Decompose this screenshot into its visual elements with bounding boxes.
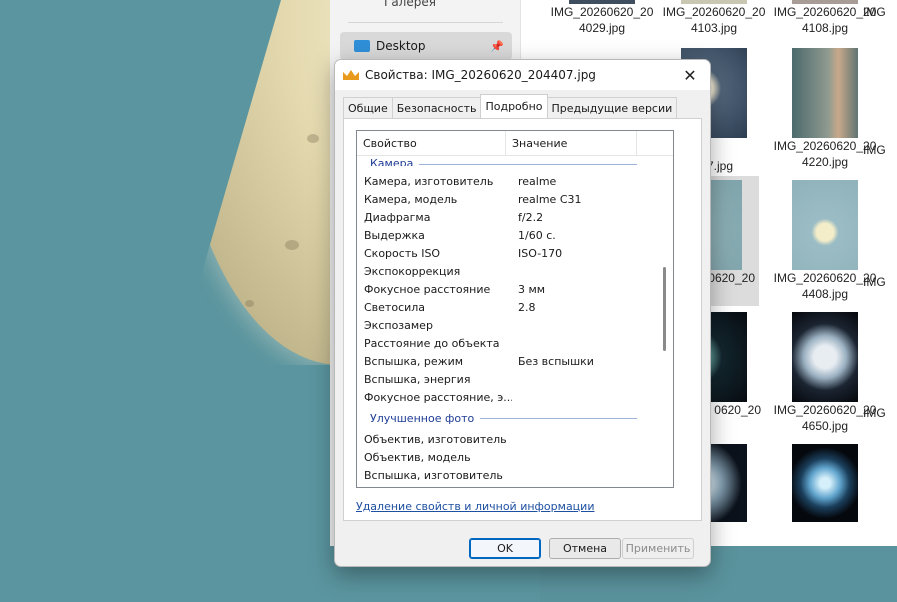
property-value: realme C31 — [518, 192, 582, 206]
table-row[interactable]: Вспышка, изготовитель — [357, 466, 663, 484]
property-name: Выдержка — [364, 228, 425, 242]
property-name: Фокусное расстояние, э... — [364, 390, 512, 404]
table-row[interactable]: Выдержка 1/60 с. — [357, 226, 663, 244]
property-value: 3 мм — [518, 282, 546, 296]
apply-button[interactable]: Применить — [622, 538, 694, 559]
details-panel: Свойство Значение Камера Камера, изготов… — [343, 118, 702, 521]
group-header-camera: Камера — [357, 156, 663, 166]
property-name: Диафрагма — [364, 210, 431, 224]
image-file-icon — [343, 68, 359, 82]
property-value: Без вспышки — [518, 354, 594, 368]
column-header-property[interactable]: Свойство — [357, 131, 506, 155]
thumbnail — [792, 444, 858, 522]
property-value: 2.8 — [518, 300, 536, 314]
group-header-improved-photo: Улучшенное фото — [357, 406, 663, 430]
tab-strip: Общие Безопасность Подробно Предыдущие в… — [343, 94, 678, 118]
property-name: Светосила — [364, 300, 426, 314]
property-value: 1/60 с. — [518, 228, 556, 242]
property-name: Скорость ISO — [364, 246, 441, 260]
file-item[interactable] — [770, 444, 880, 522]
table-row[interactable]: Вспышка, режим Без вспышки — [357, 352, 663, 370]
tab-security[interactable]: Безопасность — [391, 97, 482, 118]
table-row[interactable]: Фокусное расстояние 3 мм — [357, 280, 663, 298]
property-name: Камера, модель — [364, 192, 458, 206]
property-name: Вспышка, изготовитель — [364, 468, 503, 482]
property-value: realme — [518, 174, 557, 188]
properties-list[interactable]: Свойство Значение Камера Камера, изготов… — [356, 130, 674, 488]
close-button[interactable]: ✕ — [670, 60, 710, 90]
nav-item-desktop[interactable]: Desktop 📌 — [340, 32, 512, 60]
dialog-titlebar[interactable]: Свойства: IMG_20260620_204407.jpg ✕ — [335, 60, 710, 90]
desktop-icon — [354, 40, 370, 52]
crater — [307, 134, 319, 143]
file-item[interactable]: IMG — [863, 4, 897, 20]
property-name: Объектив, модель — [364, 450, 471, 464]
table-row[interactable]: Фокусное расстояние, э... — [357, 388, 663, 406]
table-row[interactable]: Вспышка, энергия — [357, 370, 663, 388]
table-row[interactable]: Расстояние до объекта — [357, 334, 663, 352]
file-item[interactable]: IMG — [863, 274, 897, 290]
table-row[interactable]: Камера, изготовитель realme — [357, 172, 663, 190]
pin-icon[interactable]: 📌 — [490, 40, 504, 53]
file-name: IMG_20260620_20 — [550, 5, 654, 19]
tab-details[interactable]: Подробно — [480, 94, 548, 118]
file-item[interactable]: IMG_20260620_20 4029.jpg — [547, 0, 657, 36]
remove-properties-link[interactable]: Удаление свойств и личной информации — [356, 500, 594, 513]
property-name: Вспышка, энергия — [364, 372, 471, 386]
nav-item-label: Галерея — [384, 0, 436, 9]
property-name: Вспышка, режим — [364, 354, 464, 368]
column-header-value[interactable]: Значение — [506, 131, 637, 155]
crater — [285, 240, 299, 250]
file-name: 4103.jpg — [690, 21, 738, 35]
property-name: Фокусное расстояние — [364, 282, 491, 296]
tab-previous-versions[interactable]: Предыдущие версии — [546, 97, 678, 118]
table-row[interactable]: Объектив, модель — [357, 448, 663, 466]
table-row[interactable]: Камера, модель realme C31 — [357, 190, 663, 208]
nav-divider — [348, 22, 503, 23]
property-name: Экспозамер — [364, 318, 433, 332]
list-header: Свойство Значение — [357, 131, 673, 156]
thumbnail — [792, 48, 858, 138]
tab-general[interactable]: Общие — [343, 97, 393, 118]
vertical-scrollbar-thumb[interactable] — [663, 267, 666, 351]
file-name: IMG_20260620_20 — [662, 5, 766, 19]
cancel-button[interactable]: Отмена — [549, 538, 621, 559]
table-row[interactable]: Объектив, изготовитель — [357, 430, 663, 448]
close-icon: ✕ — [683, 65, 697, 85]
file-name: 4108.jpg — [801, 21, 849, 35]
group-label: Улучшенное фото — [370, 411, 475, 425]
property-value: f/2.2 — [518, 210, 544, 224]
property-value: ISO-170 — [518, 246, 563, 260]
file-name: IMG — [863, 406, 886, 420]
property-name: Экспокоррекция — [364, 264, 461, 278]
table-row[interactable]: Скорость ISO ISO-170 — [357, 244, 663, 262]
property-name: Расстояние до объекта — [364, 336, 500, 350]
property-name: Объектив, изготовитель — [364, 432, 507, 446]
thumbnail — [792, 180, 858, 270]
file-name: IMG — [863, 143, 886, 157]
thumbnail — [792, 312, 858, 402]
table-row[interactable]: Экспокоррекция — [357, 262, 663, 280]
file-item[interactable]: IMG — [863, 405, 897, 421]
nav-item-gallery[interactable]: Галерея — [340, 0, 512, 16]
file-item[interactable]: IMG_20260620_20 4103.jpg — [659, 0, 769, 36]
nav-item-label: Desktop — [376, 39, 426, 53]
dialog-title: Свойства: IMG_20260620_204407.jpg — [365, 68, 596, 82]
file-item[interactable]: IMG — [863, 142, 897, 158]
list-rows: Камера Камера, изготовитель realme Камера… — [357, 156, 663, 484]
file-name: IMG — [863, 5, 886, 19]
group-label: Камера — [370, 157, 414, 166]
properties-dialog: Свойства: IMG_20260620_204407.jpg ✕ Общи… — [334, 59, 711, 567]
property-name: Камера, изготовитель — [364, 174, 494, 188]
table-row[interactable]: Экспозамер — [357, 316, 663, 334]
table-row[interactable]: Диафрагма f/2.2 — [357, 208, 663, 226]
table-row[interactable]: Светосила 2.8 — [357, 298, 663, 316]
file-name: IMG — [863, 275, 886, 289]
ok-button[interactable]: OK — [469, 538, 541, 559]
file-name: 4029.jpg — [578, 21, 626, 35]
crater — [245, 300, 254, 307]
